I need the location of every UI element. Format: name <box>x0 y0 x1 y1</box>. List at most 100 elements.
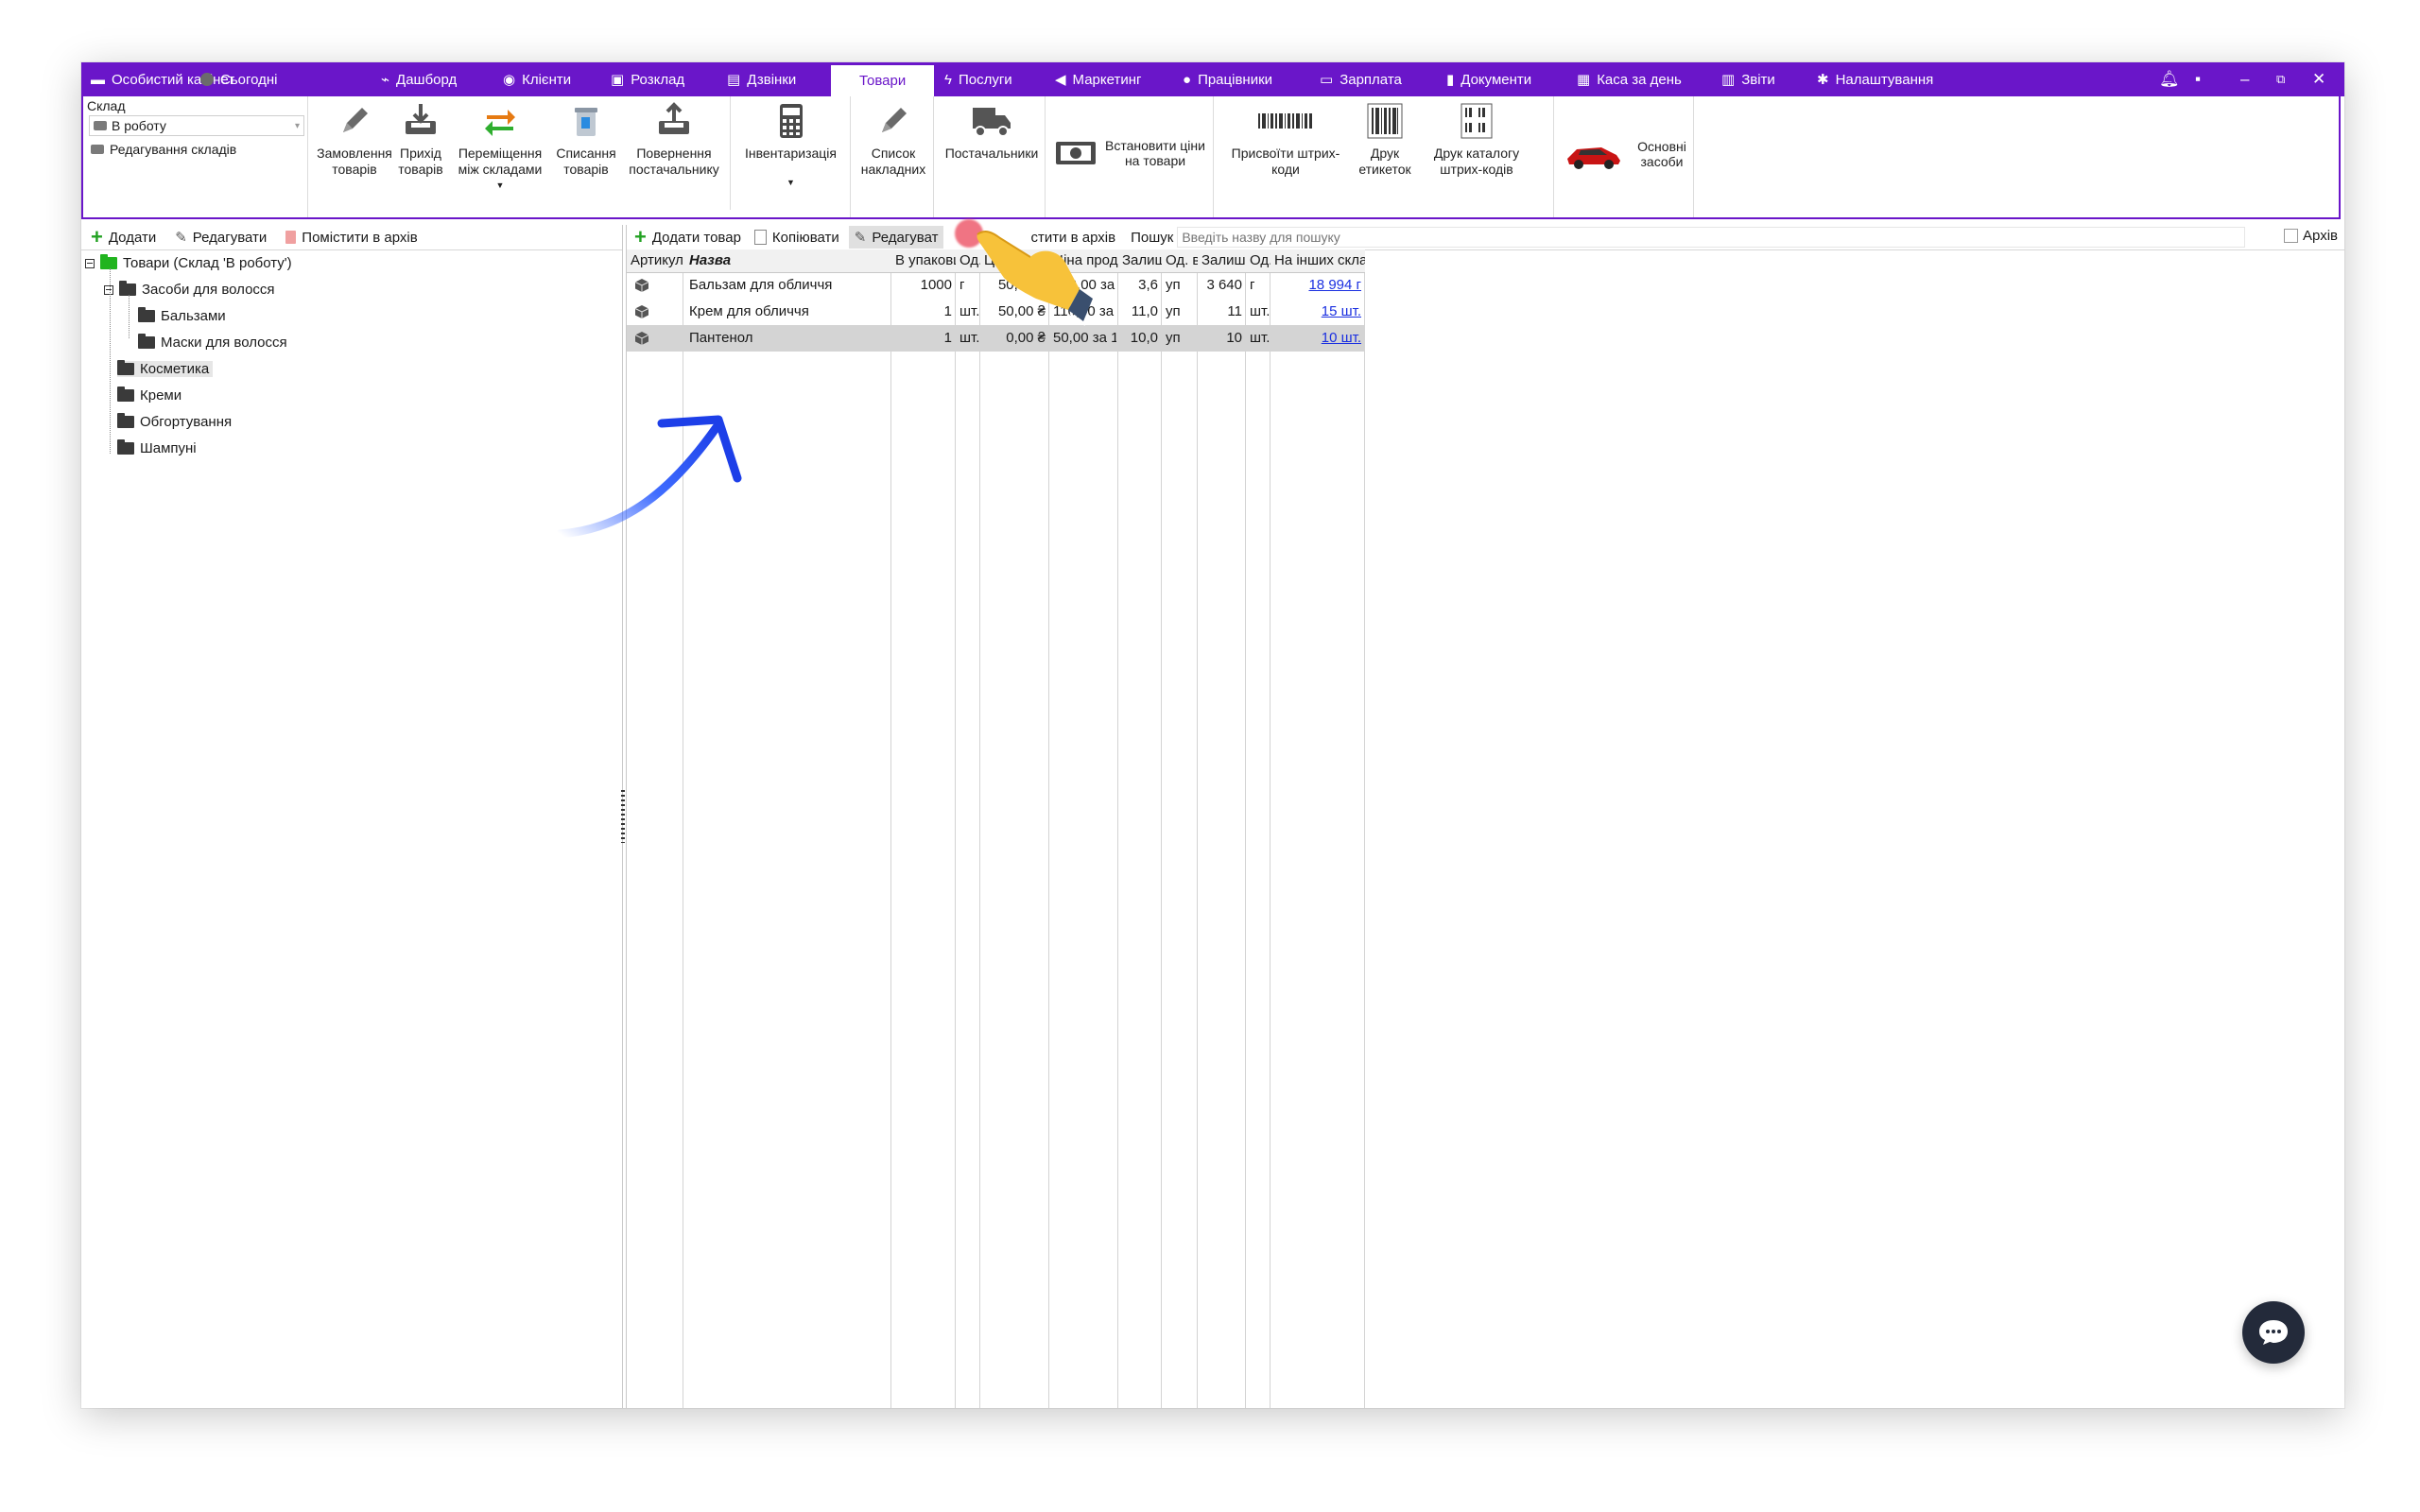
archive-checkbox[interactable]: Архів <box>2284 228 2338 244</box>
category-toolbar: + Додати ✎ Редагувати Помістити в архів <box>81 225 622 250</box>
nav-calls[interactable]: ▤ Дзвінки <box>727 62 796 96</box>
cell-u3: г <box>1250 277 1255 293</box>
edit-product-button[interactable]: ✎ Редагуват <box>848 226 944 249</box>
barcodes-group: Присвоїти штрих-коди Друк етикеток Друк … <box>1214 96 1554 217</box>
tree-item-creams[interactable]: Креми <box>117 387 182 404</box>
folder-icon <box>117 387 134 402</box>
copy-button[interactable]: Копіювати <box>753 230 839 246</box>
nav-clients[interactable]: ◉ Клієнти <box>503 62 571 96</box>
header-sku[interactable]: Артикул <box>631 249 683 272</box>
cell-pack: 1 <box>943 303 952 319</box>
tree-item-cosmetics[interactable]: Косметика <box>117 360 214 377</box>
header-other-warehouses[interactable]: На інших складах <box>1274 249 1365 272</box>
assets-group: Основні засоби <box>1554 96 1694 217</box>
nav-dashboard[interactable]: ⌁ Дашборд <box>381 62 457 96</box>
warehouse-select[interactable]: В роботу ▾ <box>89 115 304 136</box>
print-catalog-button[interactable]: Друк каталогу штрих-кодів <box>1420 102 1533 178</box>
nav-reports[interactable]: ▥ Звіти <box>1721 62 1775 96</box>
inventory-button[interactable]: Інвентаризація ▼ <box>730 96 851 210</box>
money-icon <box>1056 142 1096 164</box>
money-icon: ▭ <box>1320 71 1334 88</box>
fixed-assets-button[interactable]: Основні засоби <box>1564 138 1692 170</box>
nav-salary[interactable]: ▭ Зарплата <box>1320 62 1402 96</box>
tree-item-balms[interactable]: Бальзами <box>138 307 226 324</box>
add-category-button[interactable]: + Додати <box>91 227 156 248</box>
collapse-icon[interactable] <box>85 258 95 268</box>
pencil-icon: ✎ <box>175 230 187 246</box>
cell-u3: шт. <box>1250 330 1270 346</box>
products-pane: + Додати товар Копіювати ✎ Редагуват сти… <box>626 225 2345 1408</box>
column-divider <box>1049 249 1118 1408</box>
pencil-icon <box>882 108 907 132</box>
other-warehouses-link[interactable]: 18 994 г <box>1274 272 1361 299</box>
nav-marketing[interactable]: ◀ Маркетинг <box>1055 62 1141 96</box>
header-pack[interactable]: В упаковці <box>895 249 956 272</box>
cell-pack: 1 <box>943 330 952 346</box>
suppliers-button[interactable]: Постачальники <box>940 102 1044 162</box>
car-icon <box>1567 147 1620 169</box>
archive-category-button[interactable]: Помістити в архів <box>285 230 418 246</box>
nav-schedule[interactable]: ▣ Розклад <box>611 62 684 96</box>
column-divider <box>1270 249 1365 1408</box>
other-warehouses-link[interactable]: 15 шт. <box>1274 299 1361 325</box>
other-warehouses-link[interactable]: 10 шт. <box>1274 325 1361 352</box>
return-supplier-button[interactable]: Повернення постачальнику <box>622 102 726 178</box>
close-icon[interactable]: ✕ <box>2312 62 2325 96</box>
category-pane: + Додати ✎ Редагувати Помістити в архів … <box>81 225 623 1408</box>
tree-item-hair-masks[interactable]: Маски для волосся <box>138 334 287 351</box>
checkbox-icon <box>2284 229 2299 243</box>
nav-settings[interactable]: ✱ Налаштування <box>1817 62 1933 96</box>
products-toolbar: + Додати товар Копіювати ✎ Редагуват сти… <box>627 225 2345 250</box>
order-products-button[interactable]: Замовлення товарів <box>317 102 392 178</box>
bell-icon[interactable]: 🔔︎ <box>2159 62 2180 96</box>
nav-today[interactable]: Сьогодні <box>200 62 278 96</box>
minimize-icon[interactable]: – <box>2240 62 2249 96</box>
nav-documents[interactable]: ▮ Документи <box>1446 62 1531 96</box>
collapse-icon[interactable] <box>104 284 113 295</box>
pointing-hand-icon <box>977 231 1093 326</box>
tree-item-shampoos[interactable]: Шампуні <box>117 439 197 456</box>
header-name[interactable]: Назва <box>689 249 888 272</box>
writeoff-products-button[interactable]: Списання товарів <box>552 102 620 178</box>
income-products-button[interactable]: Прихід товарів <box>391 102 450 178</box>
nav-employees[interactable]: ● Працівники <box>1183 62 1272 96</box>
edit-warehouses-button[interactable]: Редагування складів <box>91 142 236 157</box>
trash-icon <box>285 231 297 244</box>
folder-icon <box>119 281 136 296</box>
top-navigation: ▬ Особистий кабінет Сьогодні ⌁ Дашборд ◉… <box>81 62 2344 96</box>
product-box-icon <box>634 279 649 292</box>
header-stock-2[interactable]: Залишки <box>1201 249 1246 272</box>
header-unit-2[interactable]: Од... <box>1250 249 1270 272</box>
restore-icon[interactable]: ⧉ <box>2276 62 2285 96</box>
folder-icon <box>138 334 155 349</box>
header-stock[interactable]: Залишки <box>1122 249 1162 272</box>
nav-services[interactable]: ϟ Послуги <box>944 62 1012 96</box>
cell-stock2: 10 <box>1226 330 1242 346</box>
warehouse-icon <box>91 145 104 154</box>
add-product-button[interactable]: + Додати товар <box>634 227 741 248</box>
folder-icon <box>117 360 134 375</box>
chevron-down-icon: ▾ <box>294 120 300 131</box>
chat-button[interactable] <box>2242 1301 2305 1364</box>
product-name: Пантенол <box>689 330 753 346</box>
tutorial-arrow-icon <box>558 415 742 539</box>
nav-cash[interactable]: ▦ Каса за день <box>1577 62 1682 96</box>
print-labels-button[interactable]: Друк етикеток <box>1352 102 1418 178</box>
dropdown-arrow-icon: ▼ <box>786 178 795 187</box>
transfer-arrows-icon <box>485 110 515 136</box>
set-prices-button[interactable]: Встановити ціни на товари <box>1055 138 1206 168</box>
ribbon-toolbar: Склад В роботу ▾ Редагування складів Зам… <box>81 96 2341 219</box>
invoice-list-button[interactable]: Список накладних <box>856 102 930 178</box>
tree-item-wraps[interactable]: Обгортування <box>117 413 232 430</box>
movement-group: Замовлення товарів Прихід товарів Перемі… <box>308 96 851 217</box>
splitter-handle[interactable] <box>621 790 625 843</box>
move-products-button[interactable]: Переміщення між складами ▼ <box>450 102 550 194</box>
tree-root[interactable]: Товари (Склад 'В роботу') <box>85 254 292 271</box>
nav-products[interactable]: Товари <box>831 65 935 96</box>
folder-icon <box>100 254 117 269</box>
lock-icon[interactable]: ▪ <box>2195 62 2201 96</box>
search-input[interactable] <box>1177 227 2246 248</box>
edit-category-button[interactable]: ✎ Редагувати <box>175 229 267 247</box>
header-unit-pack[interactable]: Од. в... <box>1166 249 1198 272</box>
assign-barcodes-button[interactable]: Присвоїти штрих-коди <box>1219 102 1352 178</box>
